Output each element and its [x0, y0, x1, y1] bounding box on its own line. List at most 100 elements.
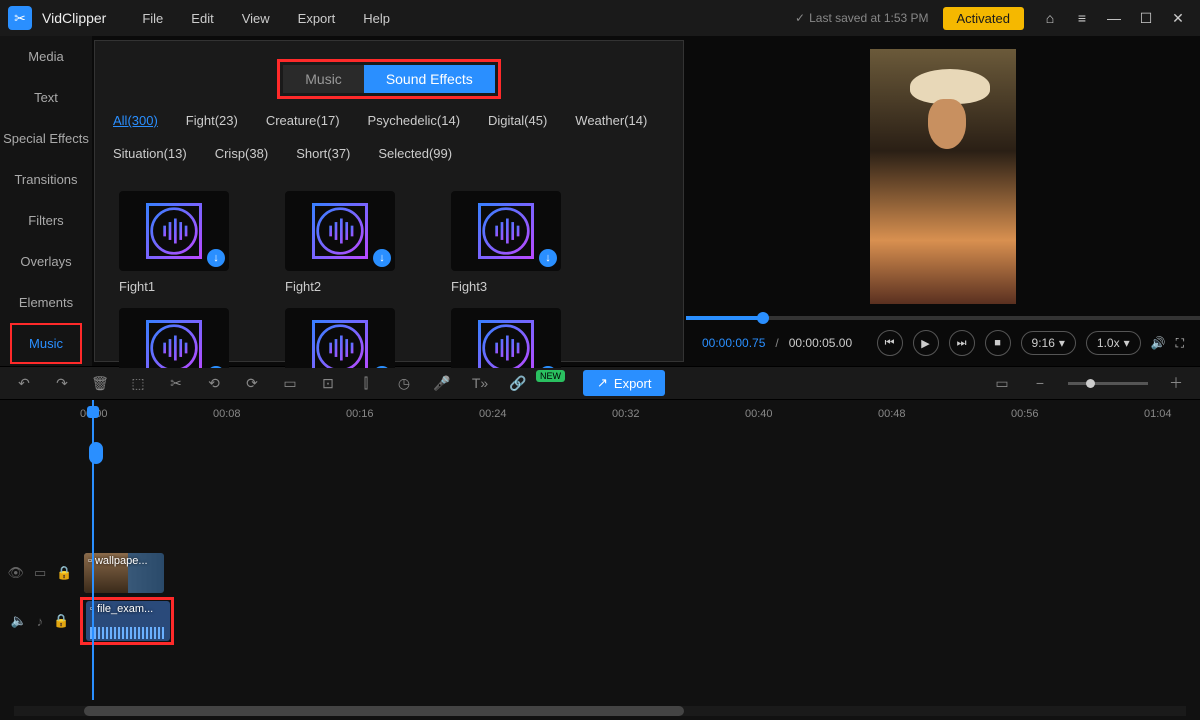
audio-wave-icon: [312, 203, 368, 259]
minimize-icon[interactable]: —: [1100, 4, 1128, 32]
audio-wave-icon: [146, 203, 202, 259]
home-icon[interactable]: ⌂: [1036, 4, 1064, 32]
asset-tile[interactable]: ↓: [285, 308, 405, 368]
timer-icon[interactable]: ◷: [394, 373, 414, 393]
category-creature[interactable]: Creature(17): [266, 113, 340, 128]
video-clip[interactable]: ▫ wallpape...: [84, 553, 164, 593]
category-psychedelic[interactable]: Psychedelic(14): [368, 113, 461, 128]
asset-tile[interactable]: ↓: [119, 308, 239, 368]
tab-music[interactable]: Music: [283, 65, 364, 93]
zoom-out-icon[interactable]: −: [1030, 373, 1050, 393]
category-selected[interactable]: Selected(99): [378, 146, 452, 161]
aspect-ratio-pill[interactable]: 9:16▾: [1021, 331, 1076, 355]
text-to-speech-icon[interactable]: T»: [470, 373, 490, 393]
export-button[interactable]: ↗Export: [583, 370, 665, 396]
fullscreen-icon[interactable]: ⛶: [1176, 336, 1184, 351]
sidebar-item-transitions[interactable]: Transitions: [0, 159, 92, 200]
download-icon[interactable]: ↓: [373, 249, 391, 267]
zoom-slider[interactable]: [1068, 382, 1148, 385]
chevron-down-icon: ▾: [1059, 336, 1065, 350]
tile-thumb: ↓: [285, 191, 395, 271]
stop-button[interactable]: ■: [985, 330, 1011, 356]
activated-button[interactable]: Activated: [943, 7, 1024, 30]
menu-view[interactable]: View: [230, 5, 282, 32]
timeline-scrollbar[interactable]: [14, 706, 1186, 716]
split-right-icon[interactable]: ⟳: [242, 373, 262, 393]
download-icon[interactable]: ↓: [207, 366, 225, 368]
chevron-down-icon: ▾: [1124, 336, 1130, 350]
menu-file[interactable]: File: [130, 5, 175, 32]
maximize-icon[interactable]: ☐: [1132, 4, 1160, 32]
export-icon: ↗: [597, 375, 608, 391]
sidebar-item-text[interactable]: Text: [0, 77, 92, 118]
asset-tile[interactable]: ↓Fight2: [285, 191, 405, 294]
timeline[interactable]: 00:0000:0800:1600:2400:3200:4000:4800:56…: [0, 400, 1200, 720]
ruler-mark: 00:08: [213, 408, 241, 420]
tab-sound-effects[interactable]: Sound Effects: [364, 65, 495, 93]
menu-help[interactable]: Help: [351, 5, 402, 32]
asset-tile[interactable]: ↓: [451, 308, 571, 368]
scrollbar-thumb[interactable]: [84, 706, 684, 716]
play-button[interactable]: ▶: [913, 330, 939, 356]
levels-icon[interactable]: ⫿: [356, 373, 376, 393]
snapshot-icon[interactable]: ⊡: [318, 373, 338, 393]
asset-grid[interactable]: ↓Fight1↓Fight2↓Fight3↓↓↓: [95, 173, 683, 368]
category-fight[interactable]: Fight(23): [186, 113, 238, 128]
fit-icon[interactable]: ▭: [992, 373, 1012, 393]
download-icon[interactable]: ↓: [539, 366, 557, 368]
split-left-icon[interactable]: ⟲: [204, 373, 224, 393]
asset-tile[interactable]: ↓Fight1: [119, 191, 239, 294]
video-track[interactable]: 👁 ▭ 🔒 ▫ wallpape...: [0, 552, 1200, 594]
download-icon[interactable]: ↓: [207, 249, 225, 267]
preview-frame: [870, 49, 1016, 304]
frame-icon[interactable]: ▭: [280, 373, 300, 393]
eye-icon[interactable]: 👁: [8, 565, 25, 581]
sidebar-item-music[interactable]: Music: [10, 323, 82, 364]
menu-export[interactable]: Export: [286, 5, 348, 32]
sidebar-item-elements[interactable]: Elements: [0, 282, 92, 323]
lock-icon[interactable]: 🔒: [53, 613, 69, 629]
audio-wave-icon: [478, 203, 534, 259]
sidebar-item-overlays[interactable]: Overlays: [0, 241, 92, 282]
mute-icon[interactable]: 🔈: [11, 613, 27, 629]
download-icon[interactable]: ↓: [373, 366, 391, 368]
category-crisp[interactable]: Crisp(38): [215, 146, 268, 161]
audio-track[interactable]: 🔈 ♪ 🔒 ▫ file_exam...: [0, 600, 1200, 642]
category-situation[interactable]: Situation(13): [113, 146, 187, 161]
video-track-icon: ▭: [34, 565, 46, 581]
category-all[interactable]: All(300): [113, 113, 158, 128]
close-icon[interactable]: ✕: [1164, 4, 1192, 32]
hamburger-icon[interactable]: ≡: [1068, 4, 1096, 32]
zoom-in-icon[interactable]: ＋: [1166, 373, 1186, 393]
audio-clip[interactable]: ▫ file_exam...: [86, 601, 170, 641]
crop-icon[interactable]: ⬚: [128, 373, 148, 393]
progress-handle[interactable]: [757, 312, 769, 324]
delete-icon[interactable]: 🗑: [90, 373, 110, 393]
category-short[interactable]: Short(37): [296, 146, 350, 161]
music-track-icon: ♪: [37, 614, 44, 629]
sidebar-item-filters[interactable]: Filters: [0, 200, 92, 241]
sidebar-item-media[interactable]: Media: [0, 36, 92, 77]
last-saved-text: ✓Last saved at 1:53 PM: [795, 11, 928, 25]
category-digital[interactable]: Digital(45): [488, 113, 547, 128]
prev-button[interactable]: ⏮: [877, 330, 903, 356]
link-icon[interactable]: 🔗: [508, 373, 528, 393]
timeline-ruler[interactable]: 00:0000:0800:1600:2400:3200:4000:4800:56…: [0, 400, 1200, 426]
lock-icon[interactable]: 🔒: [56, 565, 72, 581]
asset-tile[interactable]: ↓ Fight3: [451, 191, 571, 294]
download-icon[interactable]: ↓: [539, 249, 557, 267]
menu-edit[interactable]: Edit: [179, 5, 225, 32]
volume-icon[interactable]: 🔊: [1151, 336, 1166, 350]
speed-pill[interactable]: 1.0x▾: [1086, 331, 1141, 355]
redo-icon[interactable]: ↷: [52, 373, 72, 393]
app-name: VidClipper: [42, 10, 106, 26]
preview-progress[interactable]: [686, 316, 1200, 320]
mic-icon[interactable]: 🎤: [432, 373, 452, 393]
next-button[interactable]: ⏭: [949, 330, 975, 356]
tile-label: Fight3: [451, 279, 571, 294]
playhead[interactable]: [92, 400, 94, 700]
category-weather[interactable]: Weather(14): [575, 113, 647, 128]
undo-icon[interactable]: ↶: [14, 373, 34, 393]
sidebar-item-special-effects[interactable]: Special Effects: [0, 118, 92, 159]
cut-icon[interactable]: ✂: [166, 373, 186, 393]
